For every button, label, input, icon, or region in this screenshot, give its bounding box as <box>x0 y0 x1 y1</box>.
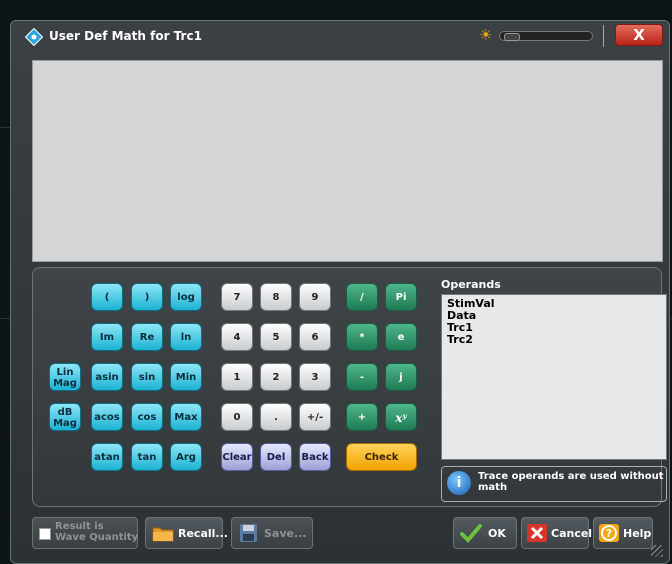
slider-knob[interactable] <box>504 33 520 41</box>
title-bar: User Def Math for Trc1 ☀ X <box>11 21 669 51</box>
user-def-math-dialog: User Def Math for Trc1 ☀ X Lin Mag dB Ma… <box>10 20 670 564</box>
cancel-icon <box>527 524 547 542</box>
arg-key[interactable]: Arg <box>170 443 202 471</box>
close-paren-key[interactable]: ) <box>131 283 163 311</box>
asin-key[interactable]: asin <box>91 363 123 391</box>
save-label: Save... <box>264 527 307 540</box>
acos-key[interactable]: acos <box>91 403 123 431</box>
decimal-point-key[interactable]: . <box>260 403 292 431</box>
key-8[interactable]: 8 <box>260 283 292 311</box>
e-key[interactable]: e <box>385 323 417 351</box>
key-9[interactable]: 9 <box>299 283 331 311</box>
cos-key[interactable]: cos <box>131 403 163 431</box>
key-7[interactable]: 7 <box>221 283 253 311</box>
help-label: Help <box>623 527 652 540</box>
sin-key[interactable]: sin <box>131 363 163 391</box>
atan-key[interactable]: atan <box>91 443 123 471</box>
ok-label: OK <box>488 527 506 540</box>
j-key[interactable]: j <box>385 363 417 391</box>
checkbox-label: Result is Wave Quantity <box>55 521 139 543</box>
background-line <box>0 127 10 128</box>
disk-icon <box>240 524 257 542</box>
key-3[interactable]: 3 <box>299 363 331 391</box>
background-line <box>0 318 10 319</box>
close-icon: X <box>633 26 645 44</box>
lin-mag-key[interactable]: Lin Mag <box>49 363 81 391</box>
log-key[interactable]: log <box>170 283 202 311</box>
db-mag-key[interactable]: dB Mag <box>49 403 81 431</box>
key-2[interactable]: 2 <box>260 363 292 391</box>
title-separator <box>603 25 604 47</box>
info-icon: i <box>447 471 471 495</box>
clear-key[interactable]: Clear <box>221 443 253 471</box>
operand-item[interactable]: Trc1 <box>447 322 661 334</box>
open-paren-key[interactable]: ( <box>91 283 123 311</box>
operands-list[interactable]: StimVal Data Trc1 Trc2 <box>441 294 667 460</box>
result-is-wave-quantity-checkbox[interactable]: Result is Wave Quantity <box>32 517 138 549</box>
recall-button[interactable]: Recall... <box>145 517 228 549</box>
im-key[interactable]: Im <box>91 323 123 351</box>
key-1[interactable]: 1 <box>221 363 253 391</box>
app-icon <box>25 28 43 46</box>
keypad-panel: Lin Mag dB Mag ( ) log Im Re ln asin sin… <box>32 267 667 507</box>
info-message: i Trace operands are used without math <box>441 466 667 502</box>
operand-item[interactable]: StimVal <box>447 298 661 310</box>
operand-item[interactable]: Trc2 <box>447 334 661 346</box>
transparency-slider[interactable] <box>499 31 593 41</box>
key-4[interactable]: 4 <box>221 323 253 351</box>
key-0[interactable]: 0 <box>221 403 253 431</box>
multiply-key[interactable]: * <box>346 323 378 351</box>
tan-key[interactable]: tan <box>131 443 163 471</box>
dialog-title: User Def Math for Trc1 <box>49 29 202 43</box>
expression-display[interactable] <box>32 60 663 262</box>
folder-icon <box>152 527 174 542</box>
del-key[interactable]: Del <box>260 443 292 471</box>
minus-key[interactable]: - <box>346 363 378 391</box>
close-button[interactable]: X <box>615 24 663 46</box>
power-key[interactable]: xʸ <box>385 403 417 431</box>
cancel-label: Cancel <box>551 527 593 540</box>
plus-key[interactable]: + <box>346 403 378 431</box>
plus-minus-key[interactable]: +/- <box>299 403 331 431</box>
checkbox-box[interactable] <box>39 528 51 540</box>
operands-label: Operands <box>441 278 501 291</box>
recall-label: Recall... <box>178 527 228 540</box>
resize-grip-icon[interactable] <box>651 545 663 557</box>
help-icon: ? <box>599 524 619 542</box>
back-key[interactable]: Back <box>299 443 331 471</box>
cancel-button[interactable]: Cancel <box>521 517 593 549</box>
info-text: Trace operands are used without math <box>478 471 664 493</box>
pi-key[interactable]: Pi <box>385 283 417 311</box>
brightness-icon: ☀ <box>479 26 493 44</box>
min-key[interactable]: Min <box>170 363 202 391</box>
divide-key[interactable]: / <box>346 283 378 311</box>
operand-item[interactable]: Data <box>447 310 661 322</box>
ln-key[interactable]: ln <box>170 323 202 351</box>
key-6[interactable]: 6 <box>299 323 331 351</box>
key-5[interactable]: 5 <box>260 323 292 351</box>
svg-text:?: ? <box>606 527 612 540</box>
max-key[interactable]: Max <box>170 403 202 431</box>
checkmark-icon <box>460 524 482 543</box>
check-button[interactable]: Check <box>346 443 417 471</box>
help-button[interactable]: ? Help <box>593 517 653 549</box>
ok-button[interactable]: OK <box>453 517 517 549</box>
save-button[interactable]: Save... <box>231 517 313 549</box>
re-key[interactable]: Re <box>131 323 163 351</box>
